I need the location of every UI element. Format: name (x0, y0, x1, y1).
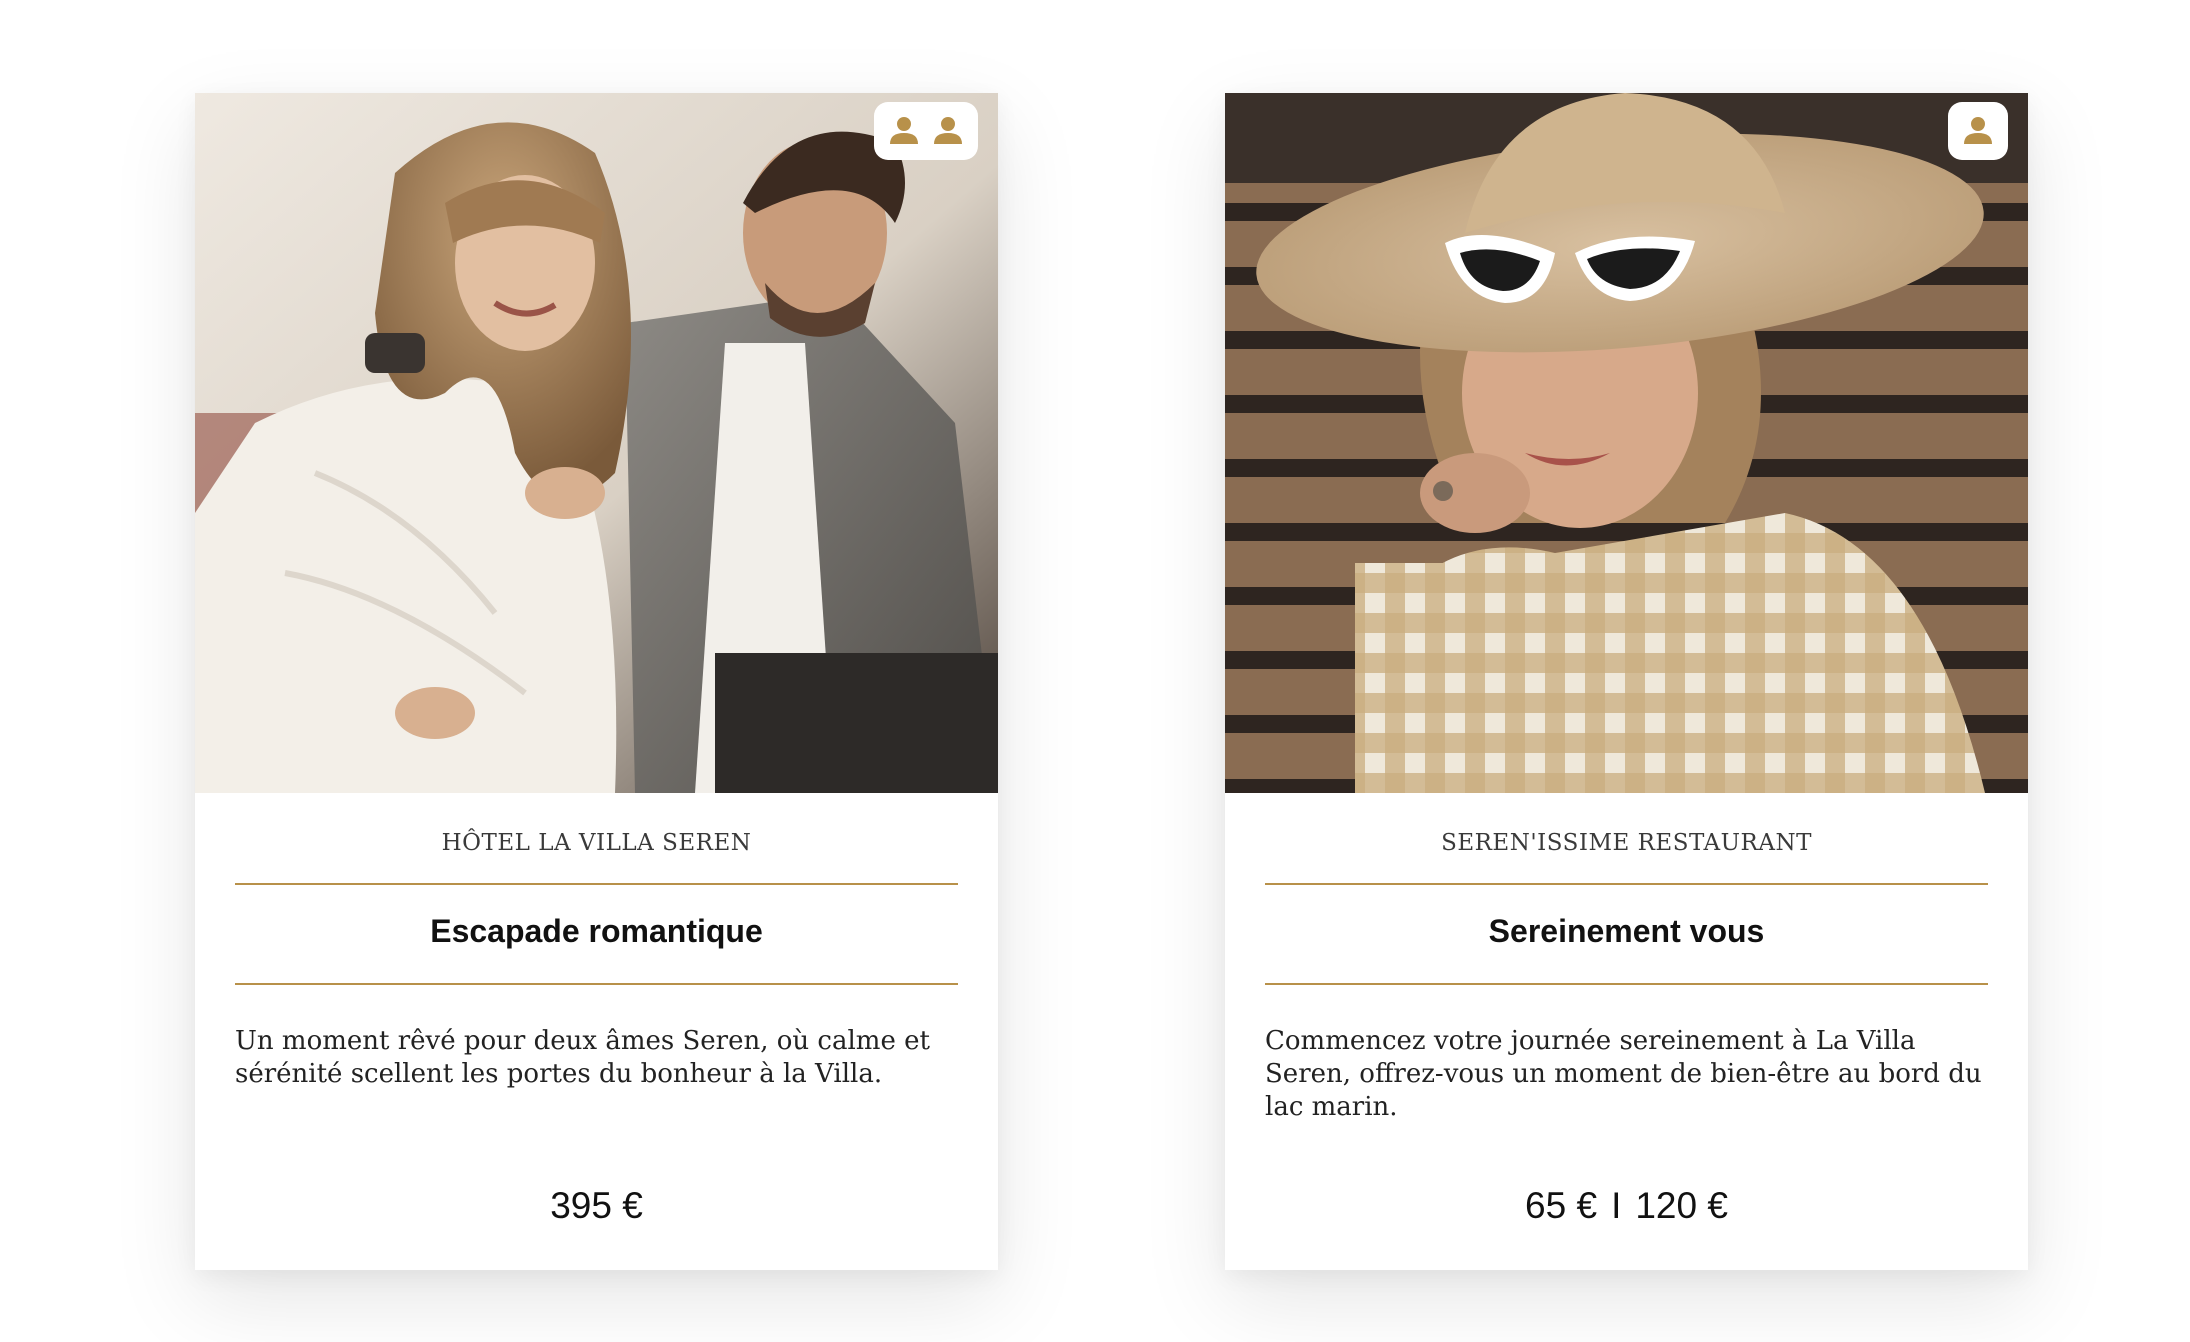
guest-count-badge (874, 102, 978, 160)
price-separator: I (1611, 1185, 1622, 1226)
price-value: 120 € (1635, 1185, 1728, 1226)
offer-description: Commencez votre journée sereinement à La… (1265, 1026, 1982, 1122)
offer-photo-couple[interactable] (195, 93, 998, 793)
couple-photo-illustration (195, 93, 998, 793)
person-icon (934, 117, 962, 144)
price-value: 395 € (550, 1185, 643, 1226)
divider-bottom (1265, 983, 1988, 985)
woman-hat-photo-illustration (1225, 93, 2028, 793)
divider-top (1265, 883, 1988, 885)
divider-top (235, 883, 958, 885)
person-icon (1964, 117, 1992, 144)
offer-card-escapade-romantique[interactable]: HÔTEL LA VILLA SEREN Escapade romantique… (195, 93, 998, 1270)
offer-card-sereinement-vous[interactable]: SEREN'ISSIME RESTAURANT Sereinement vous… (1225, 93, 2028, 1270)
divider-bottom (235, 983, 958, 985)
person-icon (890, 117, 918, 144)
offer-price: 65 € I 120 € (1265, 1185, 1988, 1227)
guest-count-badge (1948, 102, 2008, 160)
price-value: 65 € (1525, 1185, 1598, 1226)
offer-description: Un moment rêvé pour deux âmes Seren, où … (235, 1026, 930, 1089)
offer-title[interactable]: Sereinement vous (1265, 913, 1988, 950)
venue-name: HÔTEL LA VILLA SEREN (441, 830, 752, 856)
offer-title[interactable]: Escapade romantique (235, 913, 958, 950)
venue-name: SEREN'ISSIME RESTAURANT (1441, 830, 1812, 856)
offer-photo-woman-hat[interactable] (1225, 93, 2028, 793)
offer-price: 395 € (235, 1185, 958, 1227)
